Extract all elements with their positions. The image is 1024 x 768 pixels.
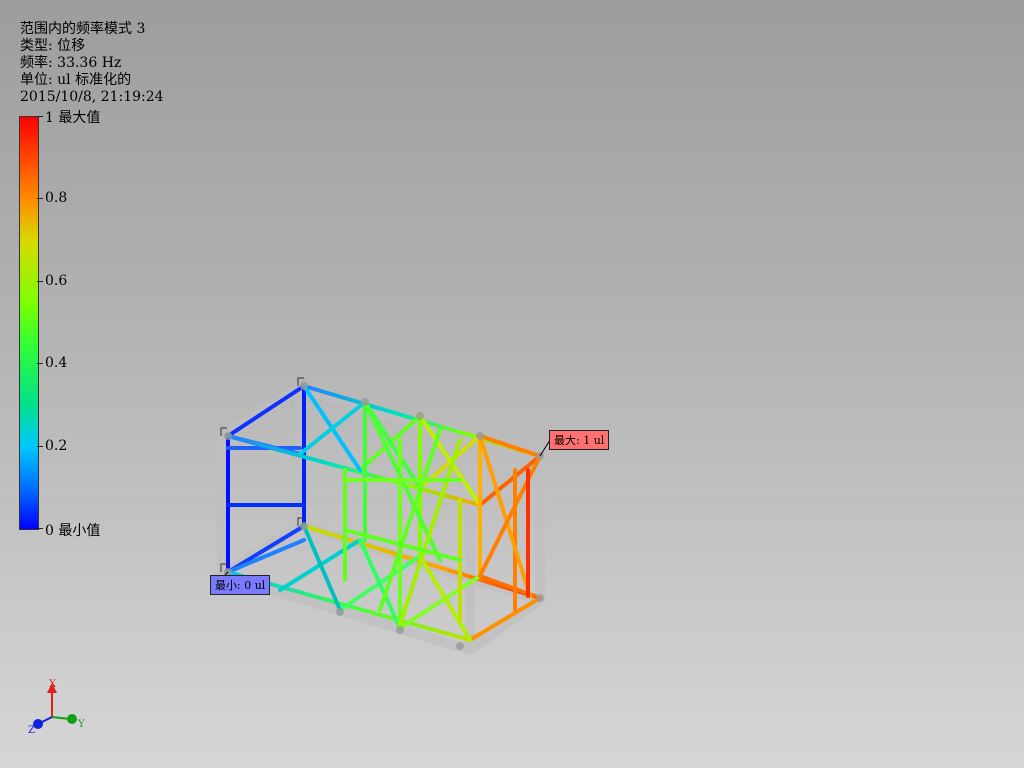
x-axis-label: X <box>49 679 57 690</box>
coordinate-triad[interactable]: X Y Z <box>22 675 92 745</box>
z-axis-label: Z <box>28 725 35 736</box>
max-probe-tag[interactable]: 最大: 1 ul <box>549 430 610 450</box>
min-probe-tag[interactable]: 最小: 0 ul <box>210 575 271 595</box>
max-probe-label: 最大: 1 ul <box>554 434 605 447</box>
y-axis-head <box>67 714 77 724</box>
deformed-frame[interactable] <box>226 384 542 642</box>
model-viewport[interactable] <box>0 0 1024 768</box>
min-probe-label: 最小: 0 ul <box>215 579 266 592</box>
y-axis-label: Y <box>77 719 85 730</box>
frame-joints <box>224 382 544 650</box>
